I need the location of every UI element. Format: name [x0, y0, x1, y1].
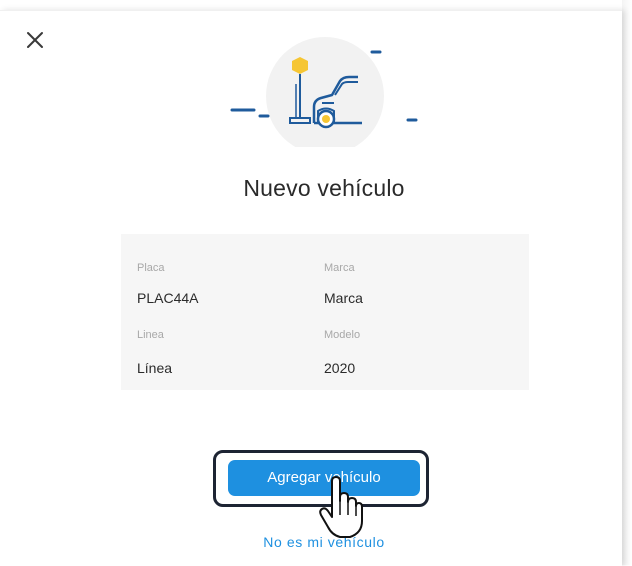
modelo-value: 2020	[324, 360, 356, 376]
marca-value: Marca	[324, 290, 363, 306]
illustration-circle	[266, 37, 384, 147]
placa-value: PLAC44A	[137, 290, 199, 306]
new-vehicle-modal: Nuevo vehículo Placa PLAC44A Marca Marca…	[0, 10, 622, 566]
close-button[interactable]	[22, 27, 48, 53]
vehicle-illustration	[230, 37, 418, 147]
modelo-label: Modelo	[324, 329, 361, 341]
marca-label: Marca	[324, 262, 355, 274]
linea-label: Linea	[137, 329, 164, 341]
hand-pointer-icon	[319, 476, 363, 538]
close-icon	[27, 32, 43, 48]
not-my-vehicle-link[interactable]: No es mi vehículo	[0, 534, 632, 550]
placa-label: Placa	[137, 262, 165, 274]
window-edge	[622, 0, 632, 565]
modal-title: Nuevo vehículo	[243, 175, 405, 201]
vehicle-info-card: Placa PLAC44A Marca Marca Linea Línea Mo…	[121, 234, 529, 390]
linea-value: Línea	[137, 360, 173, 376]
